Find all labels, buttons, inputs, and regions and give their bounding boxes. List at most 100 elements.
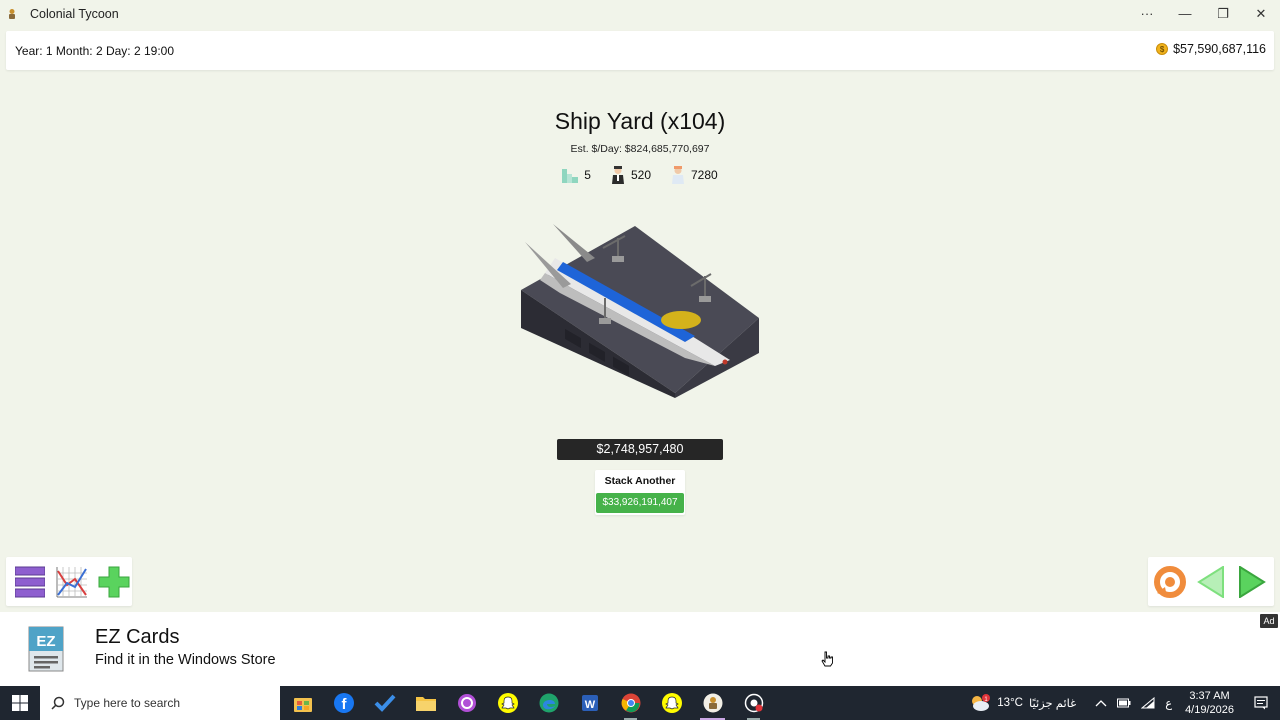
add-icon — [98, 566, 130, 597]
taskbar-store[interactable] — [282, 686, 323, 720]
previous-button[interactable] — [1193, 564, 1229, 600]
chevron-up-icon — [1095, 700, 1107, 707]
building-stats: 5 520 7280 — [440, 166, 840, 184]
taskbar-colonial-tycoon[interactable] — [692, 686, 733, 720]
checkmark-icon — [374, 694, 395, 712]
battery-icon — [1117, 698, 1131, 708]
minimize-button[interactable]: — — [1166, 0, 1204, 27]
recorder-icon — [744, 693, 763, 713]
coin-icon: $ — [1156, 43, 1169, 55]
taskbar-apps: f W — [282, 686, 774, 720]
wifi-icon — [1141, 697, 1155, 709]
manager-icon — [611, 166, 624, 184]
prev-arrow-icon — [1197, 565, 1224, 598]
svg-text:W: W — [584, 699, 595, 711]
stat-managers: 520 — [611, 166, 651, 184]
taskbar-todo[interactable] — [364, 686, 405, 720]
buildings-icon — [562, 169, 579, 183]
search-placeholder: Type here to search — [74, 696, 181, 710]
ship-yard-illustration — [521, 224, 759, 398]
stat-workers-value: 7280 — [691, 168, 718, 182]
right-toolbar — [1148, 557, 1274, 606]
weather-temp: 13°C — [997, 697, 1023, 709]
battery-tray[interactable] — [1117, 698, 1131, 708]
edge-icon — [539, 693, 558, 713]
stack-another-label: Stack Another — [604, 475, 676, 487]
taskbar-snapchat-2[interactable] — [651, 686, 692, 720]
start-button[interactable] — [0, 686, 40, 720]
window-controls: ··· — ❐ ✕ — [1128, 0, 1280, 27]
ez-logo-text: EZ — [36, 633, 55, 650]
taskbar-file-explorer[interactable] — [405, 686, 446, 720]
window-title: Colonial Tycoon — [30, 6, 119, 21]
search-icon — [51, 696, 65, 710]
stat-managers-value: 520 — [630, 168, 651, 182]
ad-banner[interactable]: EZ EZ Cards Find it in the Windows Store… — [0, 612, 1280, 686]
money-display: $ $57,590,687,116 — [1156, 42, 1266, 56]
notification-icon — [1254, 696, 1268, 710]
stat-buildings-value: 5 — [584, 168, 591, 182]
clock-date: 4/19/2026 — [1185, 704, 1234, 716]
estimated-income: Est. $/Day: $824,685,770,697 — [570, 143, 710, 155]
taskbar-chrome[interactable] — [610, 686, 651, 720]
game-date: Year: 1 Month: 2 Day: 2 19:00 — [15, 44, 174, 58]
taskbar-facebook[interactable]: f — [323, 686, 364, 720]
stack-another-panel: Stack Another $33,926,191,407 — [595, 470, 685, 515]
taskbar-clock[interactable]: 3:37 AM 4/19/2026 — [1185, 689, 1234, 717]
notifications-button[interactable] — [1248, 696, 1274, 710]
app-icon — [7, 8, 17, 20]
system-tray: 1 13°C غائم جزئيًا ع 3:37 AM 4/19/2026 — [969, 686, 1280, 720]
show-hidden-icons[interactable] — [1095, 699, 1107, 707]
refresh-button[interactable] — [1152, 564, 1188, 600]
snapchat-icon — [497, 693, 518, 713]
add-building-button[interactable] — [96, 564, 132, 600]
more-options-button[interactable]: ··· — [1128, 0, 1166, 27]
left-toolbar — [6, 557, 132, 606]
stat-buildings: 5 — [562, 167, 591, 183]
ez-cards-logo: EZ — [28, 626, 64, 672]
refresh-icon — [1154, 565, 1186, 598]
menu-list-icon — [15, 566, 45, 597]
ad-tag: Ad — [1260, 614, 1278, 628]
stack-another-button[interactable]: $33,926,191,407 — [596, 493, 684, 513]
menu-list-button[interactable] — [12, 564, 48, 600]
taskbar-snapchat-1[interactable] — [487, 686, 528, 720]
taskbar-search[interactable]: Type here to search — [40, 686, 280, 720]
folder-icon — [415, 697, 436, 711]
colonial-tycoon-icon — [703, 693, 722, 713]
buy-price-button[interactable]: $2,748,957,480 — [557, 439, 723, 460]
wifi-tray[interactable] — [1141, 697, 1155, 709]
status-bar: Year: 1 Month: 2 Day: 2 19:00 $ $57,590,… — [6, 31, 1274, 70]
next-button[interactable] — [1234, 564, 1270, 600]
snapchat-icon — [661, 693, 682, 713]
ad-title: EZ Cards — [95, 626, 180, 648]
building-title: Ship Yard (x104) — [554, 108, 726, 134]
worker-icon — [672, 166, 684, 184]
circle-app-icon — [457, 694, 476, 712]
weather-widget[interactable]: 1 13°C غائم جزئيًا — [969, 694, 1076, 712]
clock-time: 3:37 AM — [1189, 690, 1230, 702]
taskbar-recorder[interactable] — [733, 686, 774, 720]
windows-icon — [12, 695, 28, 711]
chart-icon — [56, 566, 87, 597]
restore-button[interactable]: ❐ — [1204, 0, 1242, 27]
chrome-icon — [621, 693, 640, 713]
language-indicator[interactable]: ع — [1165, 696, 1172, 710]
store-icon — [293, 698, 312, 712]
weather-icon: 1 — [972, 694, 991, 711]
ad-subtitle: Find it in the Windows Store — [95, 652, 276, 668]
money-value: $57,590,687,116 — [1173, 42, 1266, 56]
taskbar-edge[interactable] — [528, 686, 569, 720]
word-icon: W — [581, 695, 598, 711]
stats-chart-button[interactable] — [54, 564, 90, 600]
taskbar: Type here to search f W 1 13°C غائم جزئي… — [0, 686, 1280, 720]
taskbar-word[interactable]: W — [569, 686, 610, 720]
facebook-icon: f — [333, 693, 354, 713]
stat-workers: 7280 — [671, 166, 718, 184]
title-bar: Colonial Tycoon ··· — ❐ ✕ — [0, 0, 1280, 27]
next-arrow-icon — [1239, 565, 1266, 598]
close-button[interactable]: ✕ — [1242, 0, 1280, 27]
hand-cursor-icon — [821, 651, 833, 667]
taskbar-media-app[interactable] — [446, 686, 487, 720]
weather-text: غائم جزئيًا — [1028, 698, 1077, 710]
